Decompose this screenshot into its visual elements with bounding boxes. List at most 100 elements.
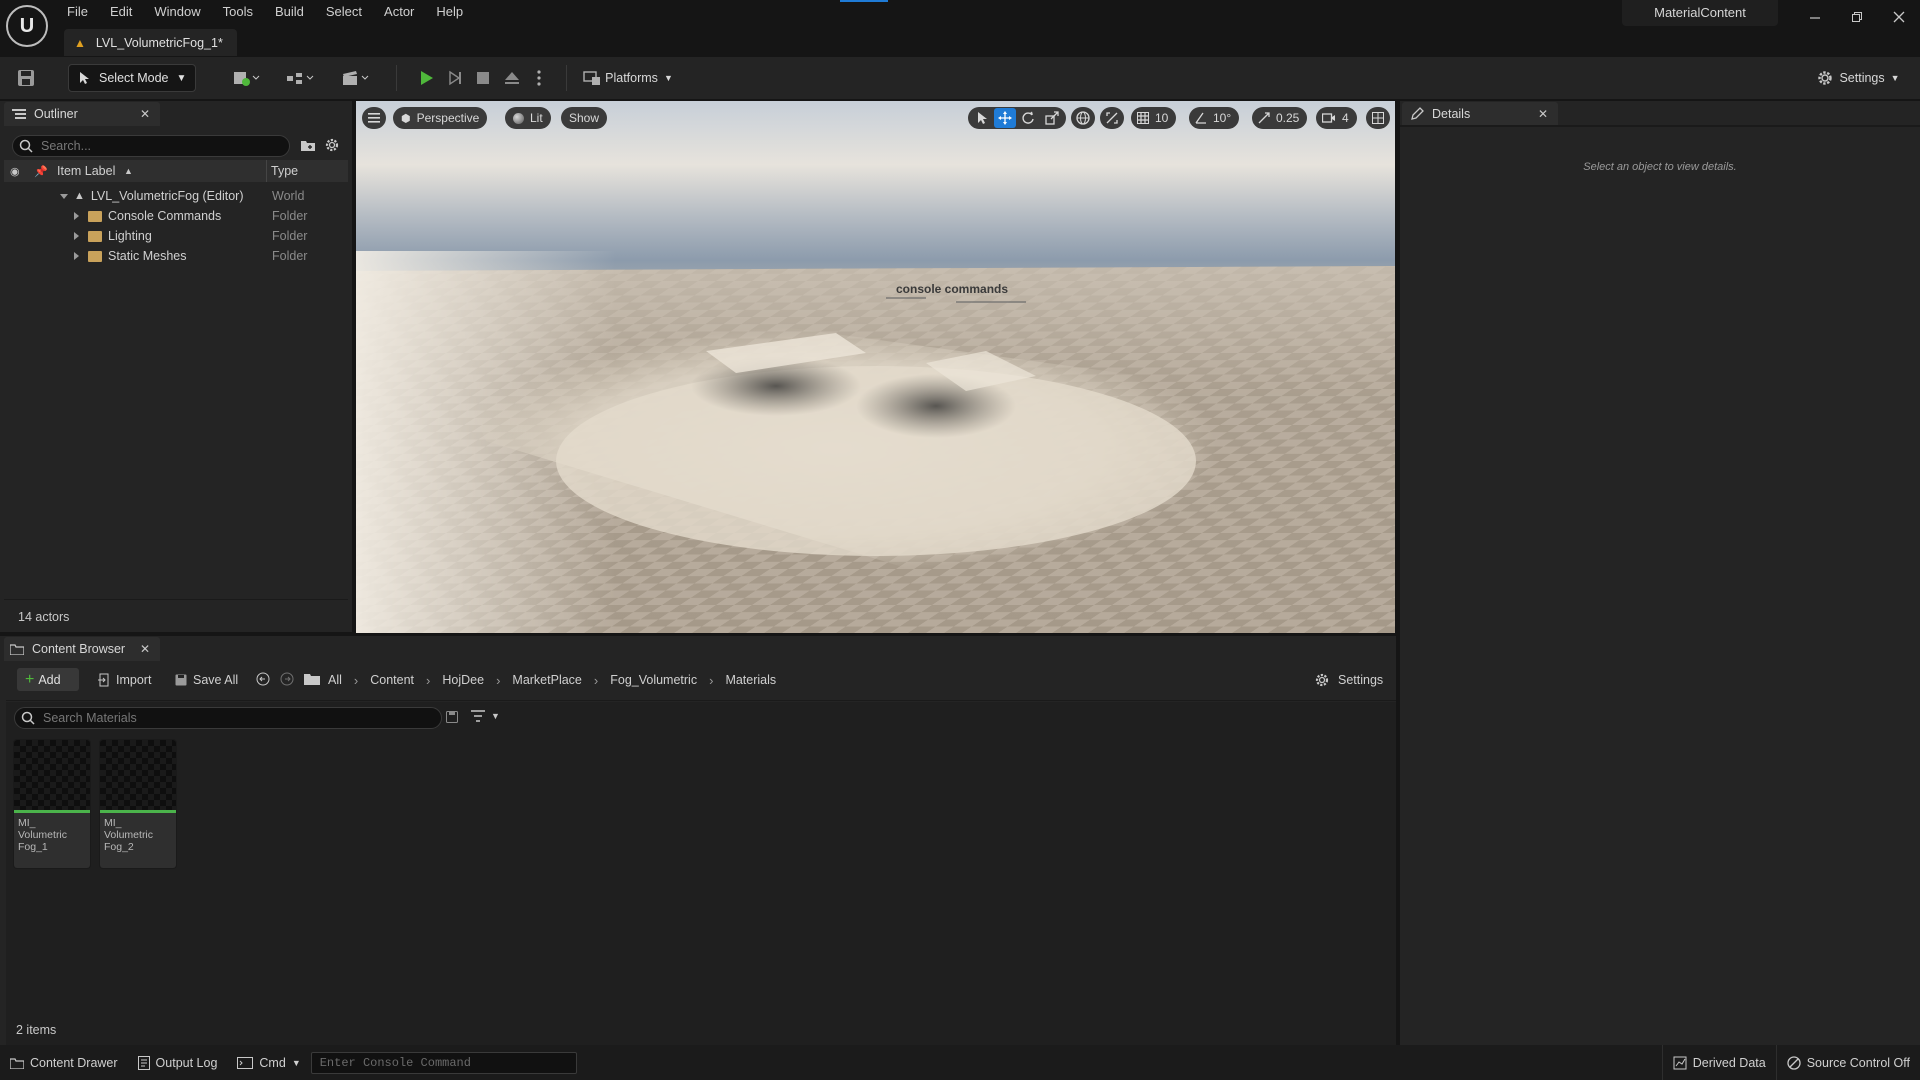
surface-snap-icon	[1106, 112, 1118, 124]
filter-dropdown[interactable]: ▼	[471, 709, 500, 723]
cursor-icon	[80, 72, 89, 84]
restore-button[interactable]	[1836, 0, 1878, 34]
content-browser-panel: Content Browser ✕ + Add Import Save All …	[0, 636, 1396, 1045]
outliner-settings-button[interactable]	[324, 137, 340, 153]
output-log-label: Output Log	[155, 1055, 218, 1070]
show-button[interactable]: Show	[561, 107, 608, 129]
rotation-snap-button[interactable]: 10°	[1189, 107, 1240, 129]
pin-icon[interactable]: 📌	[34, 165, 48, 178]
save-button[interactable]	[12, 64, 40, 92]
menu-edit[interactable]: Edit	[99, 0, 143, 24]
console-command-input[interactable]: Enter Console Command	[310, 1051, 577, 1074]
chevron-right-icon: ›	[593, 672, 599, 688]
content-drawer-button[interactable]: Content Drawer	[0, 1045, 128, 1080]
tree-row-folder[interactable]: Static Meshes Folder	[0, 246, 352, 266]
stop-button[interactable]	[469, 64, 497, 92]
view-mode-button[interactable]: Lit	[505, 107, 551, 129]
blueprint-button[interactable]	[280, 64, 320, 92]
cmd-dropdown[interactable]: Cmd ▼	[227, 1045, 310, 1080]
breadcrumb-item[interactable]: Fog_Volumetric	[610, 673, 697, 687]
surface-snap-button[interactable]	[1100, 107, 1124, 129]
pencil-icon	[1411, 107, 1424, 120]
scale-tool-button[interactable]	[1040, 107, 1064, 129]
folder-browse-button[interactable]	[304, 673, 320, 685]
play-options-button[interactable]	[528, 64, 550, 92]
history-forward-button[interactable]	[280, 672, 294, 686]
breadcrumb-item[interactable]: HojDee	[442, 673, 484, 687]
details-tab[interactable]: Details ✕	[1402, 102, 1558, 126]
menu-actor[interactable]: Actor	[373, 0, 425, 24]
menu-tools[interactable]: Tools	[212, 0, 264, 24]
grid-snap-button[interactable]: 10	[1131, 107, 1177, 129]
menu-build[interactable]: Build	[264, 0, 315, 24]
chevron-down-icon: ▼	[176, 72, 187, 84]
perspective-button[interactable]: ⬢ Perspective	[393, 107, 488, 129]
viewport-layout-button[interactable]	[1366, 107, 1390, 129]
save-all-label: Save All	[193, 673, 239, 687]
col-type[interactable]: Type	[271, 164, 298, 178]
rotate-tool-button[interactable]	[1016, 107, 1040, 129]
cinematics-button[interactable]	[336, 64, 376, 92]
eject-button[interactable]	[498, 64, 526, 92]
asset-tile[interactable]: MI_ Volumetric Fog_1	[14, 740, 90, 868]
import-button[interactable]: Import	[98, 669, 151, 691]
add-button[interactable]: + Add	[17, 668, 79, 691]
tree-row-folder[interactable]: Console Commands Folder	[0, 206, 352, 226]
world-local-button[interactable]	[1071, 107, 1095, 129]
unreal-logo-icon[interactable]: U	[6, 5, 48, 47]
play-button[interactable]	[412, 64, 440, 92]
content-drawer-label: Content Drawer	[30, 1055, 118, 1070]
content-browser-tab[interactable]: Content Browser ✕	[4, 637, 160, 661]
save-all-button[interactable]: Save All	[175, 669, 238, 691]
stop-icon	[477, 72, 489, 84]
breadcrumb-item[interactable]: MarketPlace	[512, 673, 581, 687]
source-control-label: Source Control Off	[1806, 1055, 1910, 1070]
chevron-right-icon: ›	[426, 672, 431, 688]
scale-snap-button[interactable]: 0.25	[1252, 107, 1308, 129]
menu-window[interactable]: Window	[143, 0, 211, 24]
menu-help[interactable]: Help	[425, 0, 474, 24]
search-materials-input[interactable]: Search Materials	[14, 707, 442, 729]
outliner-search-input[interactable]: Search...	[12, 135, 290, 157]
menu-select[interactable]: Select	[315, 0, 373, 24]
tree-row-world[interactable]: ▲ LVL_VolumetricFog (Editor) World	[0, 186, 352, 206]
camera-speed-button[interactable]: 4	[1316, 107, 1357, 129]
search-icon	[19, 139, 33, 153]
outliner-tab[interactable]: Outliner ✕	[4, 102, 160, 126]
level-viewport[interactable]: console commands ⬢ Perspective Lit Show	[356, 101, 1395, 633]
minimize-button[interactable]	[1794, 0, 1836, 34]
close-window-button[interactable]	[1878, 0, 1920, 34]
close-icon[interactable]: ✕	[140, 642, 150, 656]
close-icon[interactable]: ✕	[140, 107, 150, 121]
breadcrumb-item[interactable]: Content	[370, 673, 414, 687]
add-folder-button[interactable]	[300, 138, 316, 152]
viewport-menu-button[interactable]	[362, 107, 386, 129]
visibility-icon[interactable]: ◉	[10, 165, 20, 178]
settings-dropdown[interactable]: Settings ▼	[1810, 64, 1906, 92]
col-item-label[interactable]: Item Label	[57, 164, 115, 178]
asset-tile[interactable]: MI_ Volumetric Fog_2	[100, 740, 176, 868]
cb-settings-button[interactable]: Settings	[1314, 669, 1383, 691]
close-icon[interactable]: ✕	[1538, 107, 1548, 121]
save-search-button[interactable]	[446, 711, 458, 723]
select-mode-dropdown[interactable]: Select Mode ▼	[68, 64, 196, 92]
platforms-dropdown[interactable]: Platforms ▼	[580, 64, 676, 92]
history-back-button[interactable]	[256, 672, 270, 686]
tree-row-folder[interactable]: Lighting Folder	[0, 226, 352, 246]
advance-frame-button[interactable]	[441, 64, 469, 92]
select-tool-button[interactable]	[970, 107, 994, 129]
asset-thumbnail	[100, 740, 176, 813]
level-tab[interactable]: ▲ LVL_VolumetricFog_1*	[64, 29, 237, 56]
source-control-button[interactable]: Source Control Off	[1775, 1045, 1920, 1080]
breadcrumb-item[interactable]: All	[328, 673, 342, 687]
expanded-arrow-icon	[60, 193, 68, 199]
add-actor-button[interactable]	[226, 64, 266, 92]
derived-data-button[interactable]: Derived Data	[1661, 1045, 1776, 1080]
translate-tool-button[interactable]	[994, 108, 1016, 128]
breadcrumb-item[interactable]: Materials	[725, 673, 776, 687]
output-log-button[interactable]: Output Log	[128, 1045, 228, 1080]
item-count: 2 items	[16, 1023, 57, 1037]
menu-file[interactable]: File	[56, 0, 99, 24]
folder-icon	[304, 674, 320, 685]
import-icon	[98, 673, 109, 687]
